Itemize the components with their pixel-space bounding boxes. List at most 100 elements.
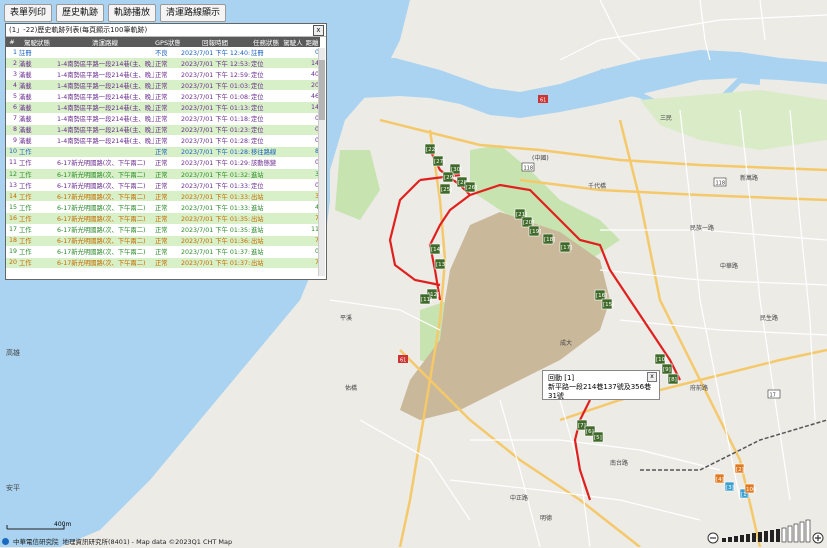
history-track-button[interactable]: 歷史軌跡 bbox=[56, 4, 105, 22]
table-cell-driver bbox=[282, 113, 304, 125]
zoom-out-icon[interactable] bbox=[707, 532, 719, 544]
table-row[interactable]: 15 工作 6-17新光明國路(次、下午兩二) 正常 2023/7/01 下午 01:3… bbox=[6, 201, 320, 214]
table-row[interactable]: 6 滿載 1-4南勢區平路一段214巷(主、晚上) 正常 2023/7/01 下午 01… bbox=[6, 101, 320, 114]
zoom-in-icon[interactable] bbox=[812, 532, 824, 544]
table-cell-state: 滿載 bbox=[18, 57, 56, 70]
table-cell-task: 定位 bbox=[250, 79, 282, 92]
table-cell-n: 4 bbox=[6, 79, 18, 92]
col-header[interactable]: 任務狀態 bbox=[250, 37, 282, 47]
table-cell-state: 註冊 bbox=[18, 47, 56, 59]
table-cell-n: 6 bbox=[6, 101, 18, 114]
map-label: 新萬路 bbox=[740, 174, 758, 182]
stop-marker[interactable]: [8] bbox=[667, 373, 679, 385]
table-cell-driver bbox=[282, 79, 304, 92]
table-cell-route: 1-4南勢區平路一段214巷(主、晚上) bbox=[56, 113, 154, 125]
table-row[interactable]: 7 滿載 1-4南勢區平路一段214巷(主、晚上) 正常 2023/7/01 下午 01… bbox=[6, 113, 320, 125]
table-cell-time: 2023/7/01 下午 01:35:41 bbox=[180, 224, 250, 236]
map-label: 南台路 bbox=[610, 459, 628, 467]
table-row[interactable]: 2 滿載 1-4南勢區平路一段214巷(主、晚上) 正常 2023/7/01 下午 12… bbox=[6, 57, 320, 70]
stop-marker[interactable]: [2] bbox=[734, 463, 745, 474]
table-row[interactable]: 14 工作 6-17新光明國路(次、下午兩二) 正常 2023/7/01 下午 01:3… bbox=[6, 190, 320, 203]
track-playback-button[interactable]: 軌跡播放 bbox=[108, 4, 157, 22]
table-cell-gps: 正常 bbox=[154, 235, 180, 247]
table-cell-state: 工作 bbox=[18, 235, 56, 247]
show-route-button[interactable]: 清運路線顯示 bbox=[160, 4, 227, 22]
table-cell-state: 滿載 bbox=[18, 79, 56, 92]
table-cell-gps: 正常 bbox=[154, 168, 180, 181]
col-header[interactable]: 駕駛狀態 bbox=[18, 37, 56, 47]
table-cell-state: 滿載 bbox=[18, 101, 56, 114]
table-cell-state: 工作 bbox=[18, 146, 56, 158]
col-header[interactable]: GPS狀態 bbox=[154, 37, 180, 47]
close-icon[interactable]: x bbox=[313, 25, 324, 36]
table-row[interactable]: 5 滿載 1-4南勢區平路一段214巷(主、晚上) 正常 2023/7/01 下午 01… bbox=[6, 90, 320, 103]
table-cell-gps: 正常 bbox=[154, 101, 180, 114]
table-cell-state: 工作 bbox=[18, 224, 56, 236]
table-cell-n: 1 bbox=[6, 47, 18, 59]
table-cell-time: 2023/7/01 下午 01:13:13 bbox=[180, 101, 250, 114]
svg-text:118: 118 bbox=[524, 166, 534, 172]
col-header[interactable]: 回報時間 bbox=[180, 37, 250, 47]
table-row[interactable]: 19 工作 6-17新光明國路(次、下午兩二) 正常 2023/7/01 下午 01:3… bbox=[6, 246, 320, 258]
table-cell-gps: 正常 bbox=[154, 124, 180, 136]
scale-bar: 400m bbox=[6, 521, 71, 533]
table-cell-task: 定位 bbox=[250, 90, 282, 103]
map-label: 平溪 bbox=[340, 314, 352, 322]
map-credit: 地理資訊研究所(8401) - Map data ©2023Q1 CHT Map bbox=[62, 538, 233, 546]
table-cell-route: 6-17新光明國路(次、下午兩二) bbox=[56, 201, 154, 214]
table-cell-state: 滿載 bbox=[18, 68, 56, 81]
table-cell-n: 17 bbox=[6, 224, 18, 236]
table-scrollbar[interactable] bbox=[318, 48, 325, 276]
table-row[interactable]: 17 工作 6-17新光明國路(次、下午兩二) 正常 2023/7/01 下午 01:3… bbox=[6, 224, 320, 236]
table-cell-driver bbox=[282, 257, 304, 269]
table-row[interactable]: 8 滿載 1-4南勢區平路一段214巷(主、晚上) 正常 2023/7/01 下午 01… bbox=[6, 124, 320, 136]
stop-marker[interactable]: [9] bbox=[661, 363, 673, 375]
stop-marker[interactable]: [4] bbox=[714, 473, 725, 484]
table-cell-n: 16 bbox=[6, 212, 18, 225]
stop-marker-label: [13] bbox=[436, 262, 447, 268]
table-row[interactable]: 20 工作 6-17新光明國路(次、下午兩二) 正常 2023/7/01 下午 01:3… bbox=[6, 257, 320, 269]
table-row[interactable]: 13 工作 6-17新光明國路(次、下午兩二) 正常 2023/7/01 下午 01:3… bbox=[6, 179, 320, 192]
table-row[interactable]: 10工作正常2023/7/01 下午 01:28:30移往路線8 bbox=[6, 146, 320, 158]
col-header[interactable]: 清運路線 bbox=[56, 37, 154, 47]
table-cell-driver bbox=[282, 246, 304, 258]
col-header[interactable]: # bbox=[6, 37, 18, 47]
table-row[interactable]: 3 滿載 1-4南勢區平路一段214巷(主、晚上) 正常 2023/7/01 下午 12… bbox=[6, 68, 320, 81]
map-label: 中正路 bbox=[510, 494, 528, 502]
table-cell-route bbox=[56, 146, 154, 158]
stop-marker[interactable]: [5] bbox=[592, 431, 604, 443]
table-cell-driver bbox=[282, 224, 304, 236]
zoom-level-bars[interactable] bbox=[722, 519, 811, 543]
table-row[interactable]: 11 工作 6-17新光明國路(次、下午兩二) 正常 2023/7/01 下午 01:2… bbox=[6, 157, 320, 170]
table-cell-gps: 正常 bbox=[154, 212, 180, 225]
scrollbar-thumb[interactable] bbox=[319, 60, 325, 120]
col-header[interactable]: 駕駛人 bbox=[282, 37, 304, 47]
table-cell-state: 工作 bbox=[18, 168, 56, 181]
table-row[interactable]: 4 滿載 1-4南勢區平路一段214巷(主、晚上) 正常 2023/7/01 下午 01… bbox=[6, 79, 320, 92]
table-cell-task: 進站 bbox=[250, 201, 282, 214]
map-label: 高雄 bbox=[6, 348, 20, 357]
table-row[interactable]: 1註冊不良2023/7/01 下午 12:40:05註冊0 bbox=[6, 47, 320, 59]
table-cell-route: 6-17新光明國路(次、下午兩二) bbox=[56, 257, 154, 269]
table-cell-task: 定位 bbox=[250, 179, 282, 192]
table-cell-n: 7 bbox=[6, 113, 18, 125]
table-row[interactable]: 12 工作 6-17新光明國路(次、下午兩二) 正常 2023/7/01 下午 01:3… bbox=[6, 168, 320, 181]
popup-close-icon[interactable]: x bbox=[647, 372, 657, 382]
table-cell-driver bbox=[282, 57, 304, 70]
table-cell-route: 6-17新光明國路(次、下午兩二) bbox=[56, 224, 154, 236]
stop-marker-label: [16] bbox=[596, 293, 607, 299]
col-header[interactable]: 距離 bbox=[304, 37, 320, 47]
table-cell-gps: 正常 bbox=[154, 179, 180, 192]
table-cell-task: 移往路線 bbox=[250, 146, 282, 158]
table-row[interactable]: 18 工作 6-17新光明國路(次、下午兩二) 正常 2023/7/01 下午 01:3… bbox=[6, 235, 320, 247]
table-row[interactable]: 9 滿載 1-4南勢區平路一段214巷(主、晚上) 正常 2023/7/01 下午 01… bbox=[6, 135, 320, 147]
table-cell-route: 6-17新光明國路(次、下午兩二) bbox=[56, 190, 154, 203]
stop-marker[interactable]: [3] bbox=[724, 481, 735, 492]
table-cell-time: 2023/7/01 下午 01:37:07 bbox=[180, 246, 250, 258]
table-cell-time: 2023/7/01 下午 01:33:13 bbox=[180, 179, 250, 192]
table-cell-driver bbox=[282, 179, 304, 192]
panel-title: (1」-22)歷史軌跡列表(每頁顯示100筆軌跡) x bbox=[6, 24, 326, 37]
table-row[interactable]: 16 工作 6-17新光明國路(次、下午兩二) 正常 2023/7/01 下午 01:3… bbox=[6, 212, 320, 225]
table-cell-route: 6-17新光明國路(次、下午兩二) bbox=[56, 157, 154, 170]
print-form-button[interactable]: 表單列印 bbox=[4, 4, 53, 22]
